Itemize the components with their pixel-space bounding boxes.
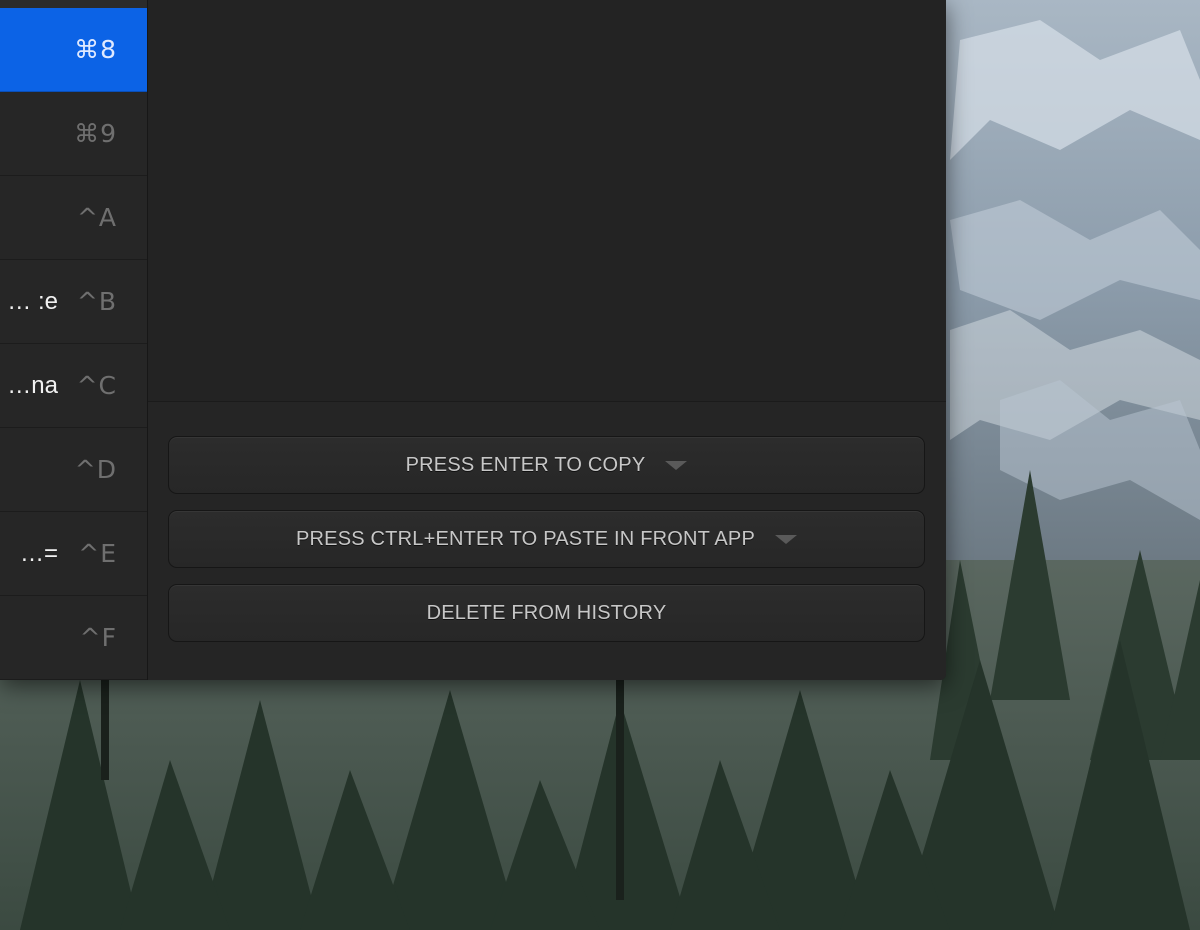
history-item-8[interactable]: ^F [0, 596, 147, 680]
history-item-4[interactable]: e: … ^B [0, 260, 147, 344]
chevron-down-icon[interactable] [665, 460, 688, 470]
history-item-2[interactable]: ⌘9 [0, 92, 147, 176]
clip-preview-pane [148, 0, 946, 402]
shortcut-label: ^A [76, 203, 117, 232]
history-item-preview: na… [7, 372, 58, 399]
shortcut-label: ^C [76, 371, 117, 400]
history-list: ⌘8 ⌘9 ^A e: … ^B na… ^C ^D =… ^E ^F [0, 0, 148, 680]
history-item-3[interactable]: ^A [0, 176, 147, 260]
delete-button-label: DELETE FROM HISTORY [426, 601, 667, 624]
shortcut-label: ^B [76, 287, 117, 316]
history-item-preview [0, 176, 58, 260]
shortcut-label: ⌘8 [74, 35, 117, 64]
shortcut-label: ^D [74, 455, 117, 484]
history-item-preview [0, 596, 58, 680]
paste-in-front-app-button[interactable]: PRESS CTRL+ENTER TO PASTE IN FRONT APP [168, 510, 925, 568]
history-item-1[interactable]: ⌘8 [0, 8, 147, 92]
shortcut-label: ^E [78, 539, 117, 568]
history-item-preview: =… [19, 540, 58, 567]
actions-panel: PRESS ENTER TO COPY PRESS CTRL+ENTER TO … [148, 402, 946, 680]
copy-button-label: PRESS ENTER TO COPY [405, 453, 646, 476]
chevron-down-icon[interactable] [775, 534, 797, 544]
delete-from-history-button[interactable]: DELETE FROM HISTORY [168, 584, 925, 642]
paste-button-label: PRESS CTRL+ENTER TO PASTE IN FRONT APP [295, 527, 755, 550]
copy-button[interactable]: PRESS ENTER TO COPY [168, 436, 925, 494]
history-item-preview [0, 8, 58, 92]
history-item-preview [0, 92, 58, 176]
shortcut-label: ⌘9 [74, 119, 117, 148]
history-item-7[interactable]: =… ^E [0, 512, 147, 596]
history-item-preview [0, 428, 58, 512]
history-item-preview: e: … [7, 288, 58, 315]
clipboard-manager-window: ⌘8 ⌘9 ^A e: … ^B na… ^C ^D =… ^E ^F PRES… [0, 0, 946, 680]
history-item-6[interactable]: ^D [0, 428, 147, 512]
shortcut-label: ^F [79, 623, 117, 652]
history-item-5[interactable]: na… ^C [0, 344, 147, 428]
